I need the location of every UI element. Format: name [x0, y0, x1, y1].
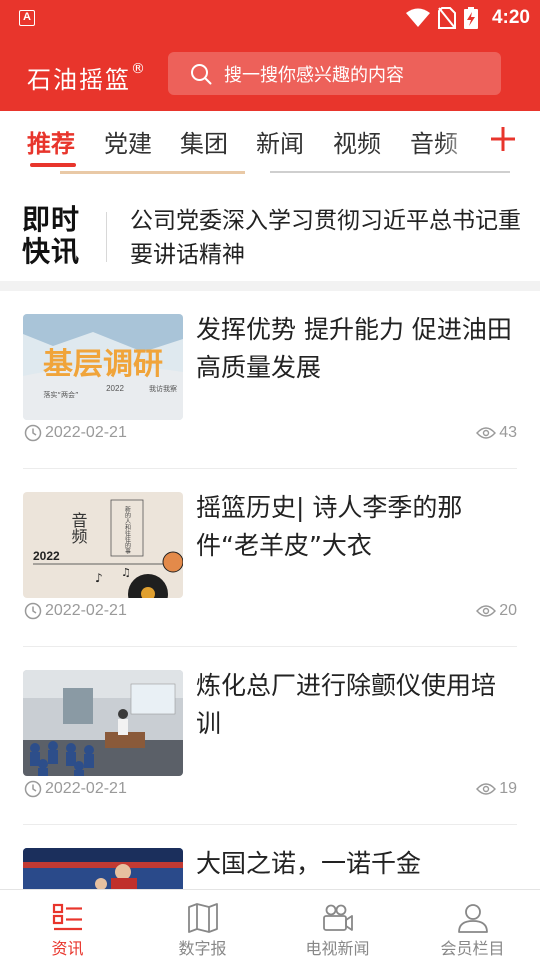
news-thumbnail: 音频 新的人和往往的事 2022 ♪ ♫	[23, 492, 183, 598]
tab-recommend[interactable]: 推荐	[27, 124, 75, 159]
news-views: 19	[476, 778, 517, 800]
active-tab-indicator	[30, 163, 76, 167]
flash-news[interactable]: 即时 快讯 公司党委深入学习贯彻习近平总书记重要讲话精神	[0, 184, 540, 284]
news-title[interactable]: 摇篮历史| 诗人李季的那件“老羊皮”大衣	[196, 489, 516, 565]
news-date-text: 2022-02-21	[45, 424, 127, 441]
news-thumbnail	[23, 670, 183, 776]
search-box[interactable]: 搜一搜你感兴趣的内容	[168, 52, 501, 95]
nav-tv-news[interactable]: 电视新闻	[270, 890, 405, 960]
news-views-count: 19	[499, 780, 517, 797]
app-notification-icon: A	[19, 10, 35, 26]
clock-icon	[24, 602, 42, 620]
user-icon	[457, 904, 488, 933]
news-date: 2022-02-21	[24, 422, 127, 444]
news-thumbnail	[23, 848, 183, 889]
nav-member-label: 会员栏目	[440, 939, 505, 958]
no-sim-icon	[437, 7, 456, 29]
tab-party-building[interactable]: 党建	[104, 124, 152, 159]
news-item[interactable]: 基层调研 落实“两会” 2022 我访我察 发挥优势 提升能力 促进油田高质量发…	[0, 291, 540, 469]
thumb-year: 2022	[33, 549, 60, 563]
news-date-text: 2022-02-21	[45, 780, 127, 797]
news-date-text: 2022-02-21	[45, 602, 127, 619]
tab-group[interactable]: 集团	[180, 124, 228, 159]
thumb-audio-text: 音频	[69, 512, 88, 544]
flash-news-logo: 即时 快讯	[22, 204, 88, 270]
grassroots-research-thumbnail: 基层调研 落实“两会” 2022 我访我察	[23, 314, 183, 420]
news-item[interactable]: 大国之诺，一诺千金	[0, 825, 540, 889]
news-date: 2022-02-21	[24, 600, 127, 622]
search-icon	[191, 63, 212, 84]
svg-text:♪: ♪	[95, 571, 103, 585]
news-date: 2022-02-21	[24, 778, 127, 800]
video-camera-icon	[322, 904, 353, 931]
registered-mark: ®	[131, 61, 145, 77]
news-views-count: 43	[499, 424, 517, 441]
nav-tv-news-label: 电视新闻	[305, 939, 370, 958]
flash-divider	[106, 212, 107, 262]
status-bar: A 4:20	[0, 0, 540, 36]
news-thumbnail: 基层调研 落实“两会” 2022 我访我察	[23, 314, 183, 420]
status-icons: 4:20	[405, 6, 530, 30]
status-time: 4:20	[491, 7, 530, 28]
news-item[interactable]: 音频 新的人和往往的事 2022 ♪ ♫ 摇篮历史| 诗人李季的那件“老羊皮”大…	[0, 469, 540, 647]
olympics-photo-thumbnail	[23, 848, 183, 889]
nav-digital-paper-label: 数字报	[178, 939, 227, 958]
tab-fade	[440, 111, 480, 171]
thumb-side-text: 新的人和往往的事	[124, 505, 131, 555]
news-title[interactable]: 大国之诺，一诺千金	[196, 845, 516, 883]
tab-news[interactable]: 新闻	[256, 124, 304, 159]
news-list-icon	[52, 903, 82, 931]
app-title: 石油摇篮®	[27, 60, 145, 95]
thumb-big-text: 基层调研	[43, 347, 163, 382]
thumb-year: 2022	[106, 384, 124, 393]
eye-icon	[476, 605, 497, 617]
battery-charging-icon	[463, 7, 478, 29]
thumb-small-left: 落实“两会”	[43, 390, 78, 399]
app-title-text: 石油摇篮	[27, 66, 131, 94]
flash-logo-line1: 即时	[22, 203, 81, 236]
tab-video[interactable]: 视频	[333, 124, 381, 159]
news-views: 20	[476, 600, 517, 622]
eye-icon	[476, 783, 497, 795]
clock-icon	[24, 780, 42, 798]
newspaper-icon	[187, 903, 218, 933]
news-title[interactable]: 炼化总厂进行除颤仪使用培训	[196, 667, 516, 743]
nav-digital-paper[interactable]: 数字报	[135, 890, 270, 960]
eye-icon	[476, 427, 497, 439]
channel-tab-bar: 推荐 党建 集团 新闻 视频 音频	[0, 111, 540, 171]
bottom-nav: 资讯 数字报 电视新闻 会员栏目	[0, 889, 540, 960]
nav-member[interactable]: 会员栏目	[405, 890, 540, 960]
svg-text:♫: ♫	[121, 566, 131, 579]
news-feed[interactable]: 即时 快讯 公司党委深入学习贯彻习近平总书记重要讲话精神 基层调研 落实“两会”…	[0, 171, 540, 889]
carousel-peek	[0, 171, 540, 175]
wifi-icon	[405, 8, 430, 27]
app-header: 石油摇篮® 搜一搜你感兴趣的内容	[0, 36, 540, 111]
news-item[interactable]: 炼化总厂进行除颤仪使用培训 2022-02-21 19	[0, 647, 540, 825]
thumb-small-right: 我访我察	[149, 384, 177, 393]
nav-news[interactable]: 资讯	[0, 890, 135, 960]
training-photo-thumbnail	[23, 670, 183, 776]
audio-history-thumbnail: 音频 新的人和往往的事 2022 ♪ ♫	[23, 492, 183, 598]
news-title[interactable]: 发挥优势 提升能力 促进油田高质量发展	[196, 311, 516, 387]
news-views: 43	[476, 422, 517, 444]
news-views-count: 20	[499, 602, 517, 619]
add-channel-icon[interactable]	[488, 119, 518, 159]
nav-news-label: 资讯	[51, 939, 84, 958]
search-placeholder: 搜一搜你感兴趣的内容	[224, 64, 404, 86]
flash-news-headline[interactable]: 公司党委深入学习贯彻习近平总书记重要讲话精神	[130, 204, 525, 272]
clock-icon	[24, 424, 42, 442]
flash-logo-line2: 快讯	[22, 235, 81, 268]
section-divider	[0, 281, 540, 291]
